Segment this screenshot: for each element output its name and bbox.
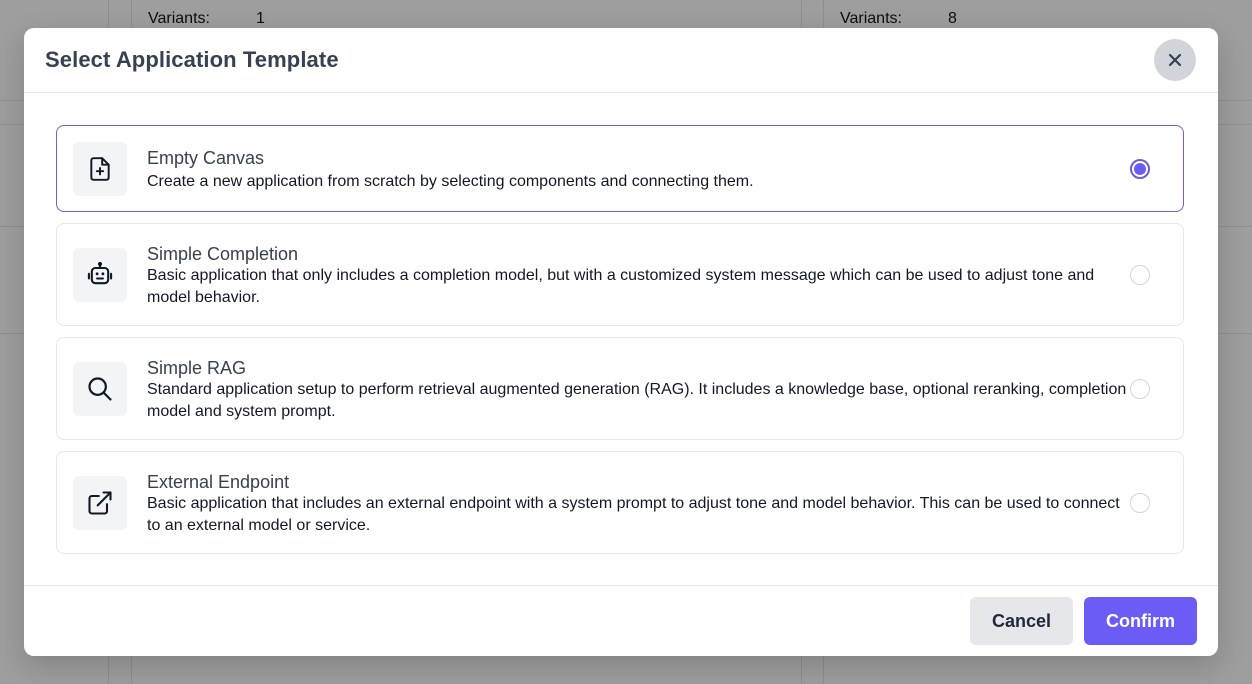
file-plus-icon	[73, 142, 127, 196]
close-icon	[1168, 53, 1182, 67]
search-icon	[73, 362, 127, 416]
cancel-button[interactable]: Cancel	[970, 597, 1073, 645]
confirm-button[interactable]: Confirm	[1084, 597, 1197, 645]
option-radio[interactable]	[1130, 493, 1150, 513]
option-radio[interactable]	[1130, 159, 1150, 179]
template-option-empty-canvas[interactable]: Empty Canvas Create a new application fr…	[56, 125, 1184, 212]
dialog-title: Select Application Template	[45, 47, 339, 72]
option-description: Basic application that only includes a c…	[147, 267, 1095, 306]
external-link-icon	[73, 476, 127, 530]
dialog-footer: Cancel Confirm	[24, 585, 1218, 656]
template-option-external-endpoint[interactable]: External Endpoint Basic application that…	[56, 451, 1184, 554]
template-option-simple-rag[interactable]: Simple RAG Standard application setup to…	[56, 337, 1184, 440]
select-template-dialog: Select Application Template Empty Canvas…	[24, 28, 1218, 656]
template-options-list: Empty Canvas Create a new application fr…	[24, 93, 1218, 586]
option-title: Simple RAG	[147, 358, 247, 378]
template-option-simple-completion[interactable]: Simple Completion Basic application that…	[56, 223, 1184, 326]
option-radio[interactable]	[1130, 379, 1150, 399]
option-title: Empty Canvas	[147, 148, 265, 168]
robot-icon	[73, 248, 127, 302]
close-button[interactable]	[1154, 39, 1196, 81]
option-title: External Endpoint	[147, 472, 290, 492]
dialog-header: Select Application Template	[24, 28, 1218, 93]
option-description: Create a new application from scratch by…	[147, 173, 754, 190]
option-description: Standard application setup to perform re…	[147, 381, 1127, 420]
option-description: Basic application that includes an exter…	[147, 495, 1120, 534]
option-radio[interactable]	[1130, 265, 1150, 285]
option-title: Simple Completion	[147, 244, 299, 264]
